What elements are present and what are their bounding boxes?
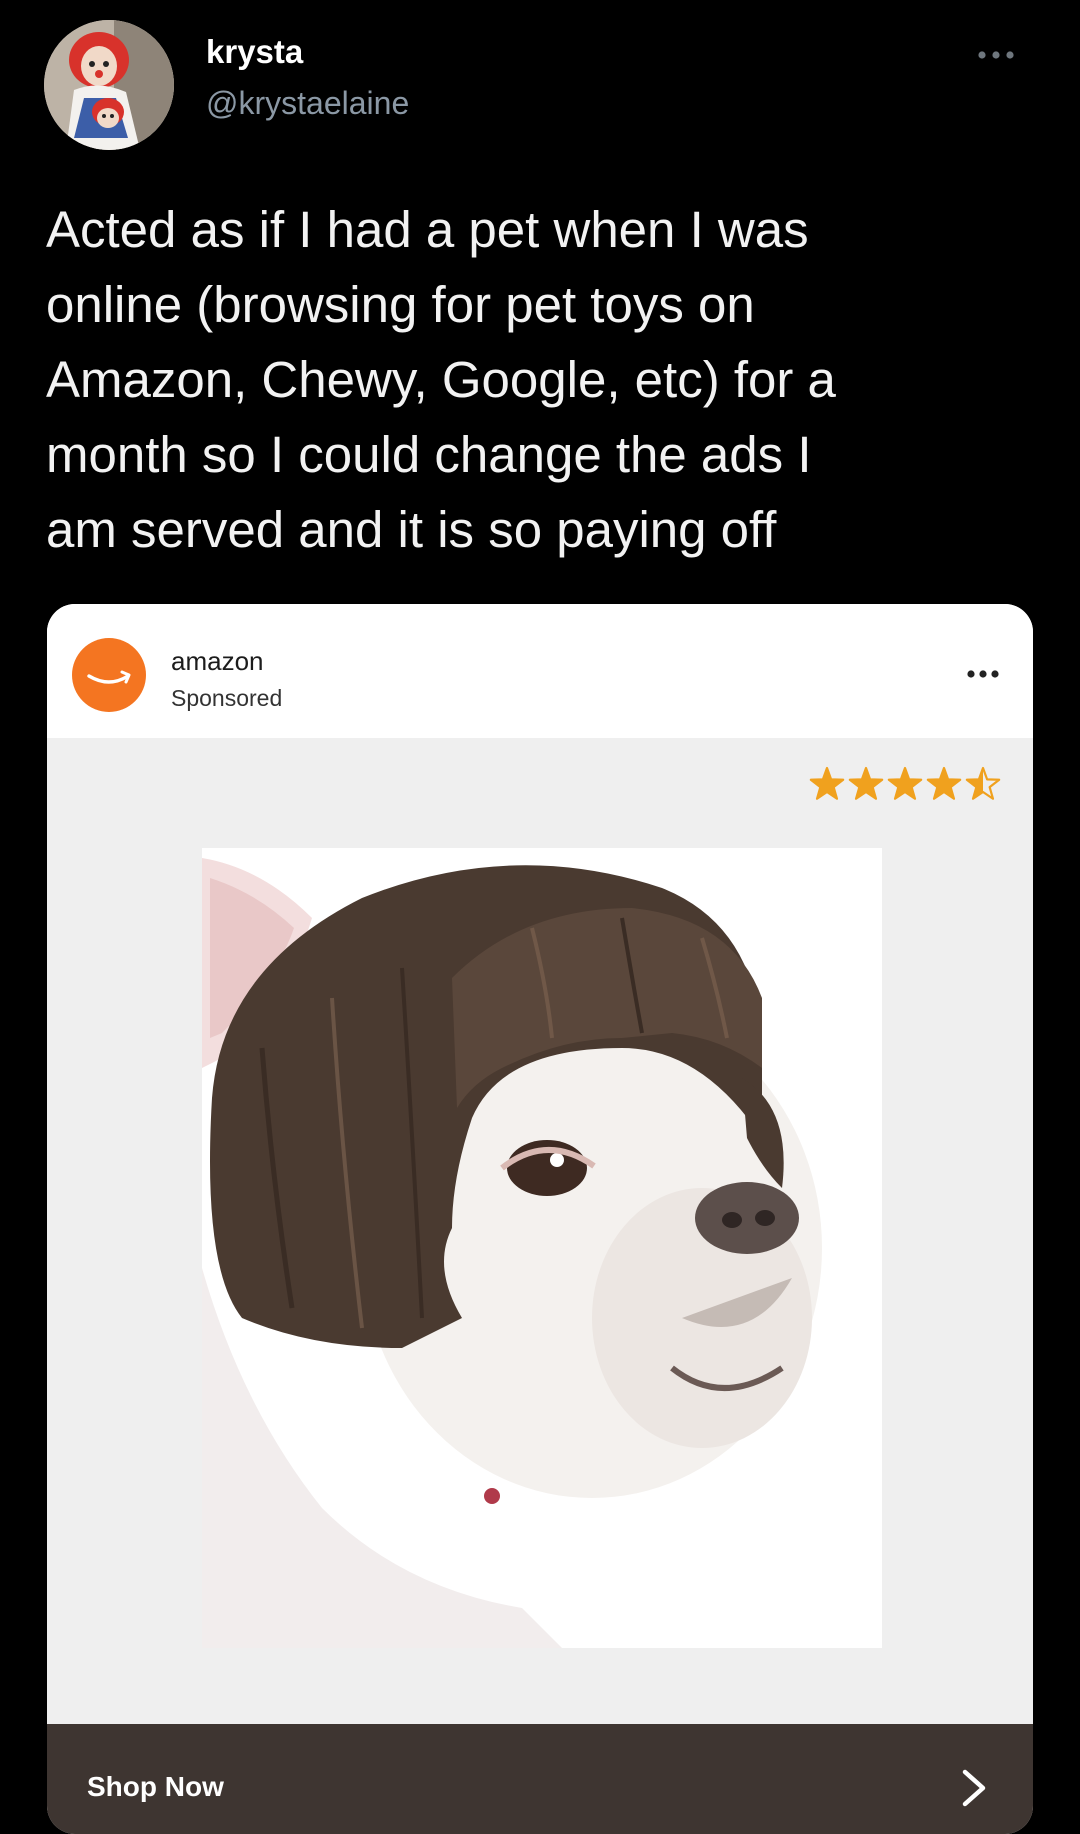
- tweet-text: Acted as if I had a pet when I was onlin…: [46, 201, 836, 558]
- star-icon: [848, 766, 884, 800]
- display-name[interactable]: krysta: [206, 32, 409, 72]
- amazon-logo-icon[interactable]: [72, 638, 146, 712]
- tweet-header: krysta @krystaelaine: [44, 20, 1036, 150]
- sponsored-label: Sponsored: [171, 685, 283, 711]
- star-icon: [809, 766, 845, 800]
- star-rating: [809, 766, 1001, 800]
- avatar[interactable]: [44, 20, 174, 150]
- shop-now-button[interactable]: Shop Now: [47, 1724, 1033, 1834]
- avatar-image: [44, 20, 174, 150]
- chevron-right-icon: [959, 1768, 989, 1808]
- user-handle[interactable]: @krystaelaine: [206, 82, 409, 124]
- author-block: krysta @krystaelaine: [206, 32, 409, 124]
- star-icon: [887, 766, 923, 800]
- shop-now-label: Shop Now: [87, 1771, 224, 1802]
- ad-brand-name[interactable]: amazon: [171, 646, 264, 676]
- star-icon: [926, 766, 962, 800]
- ad-more-options-icon[interactable]: [963, 666, 1003, 682]
- ad-header: amazon Sponsored: [47, 604, 1033, 738]
- more-options-icon[interactable]: [972, 40, 1020, 70]
- product-photo-dog-wig: [202, 848, 882, 1648]
- star-icon: [965, 766, 1001, 800]
- ad-media[interactable]: [47, 738, 1033, 1729]
- ad-card: amazon Sponsored Shop Now: [47, 604, 1033, 1834]
